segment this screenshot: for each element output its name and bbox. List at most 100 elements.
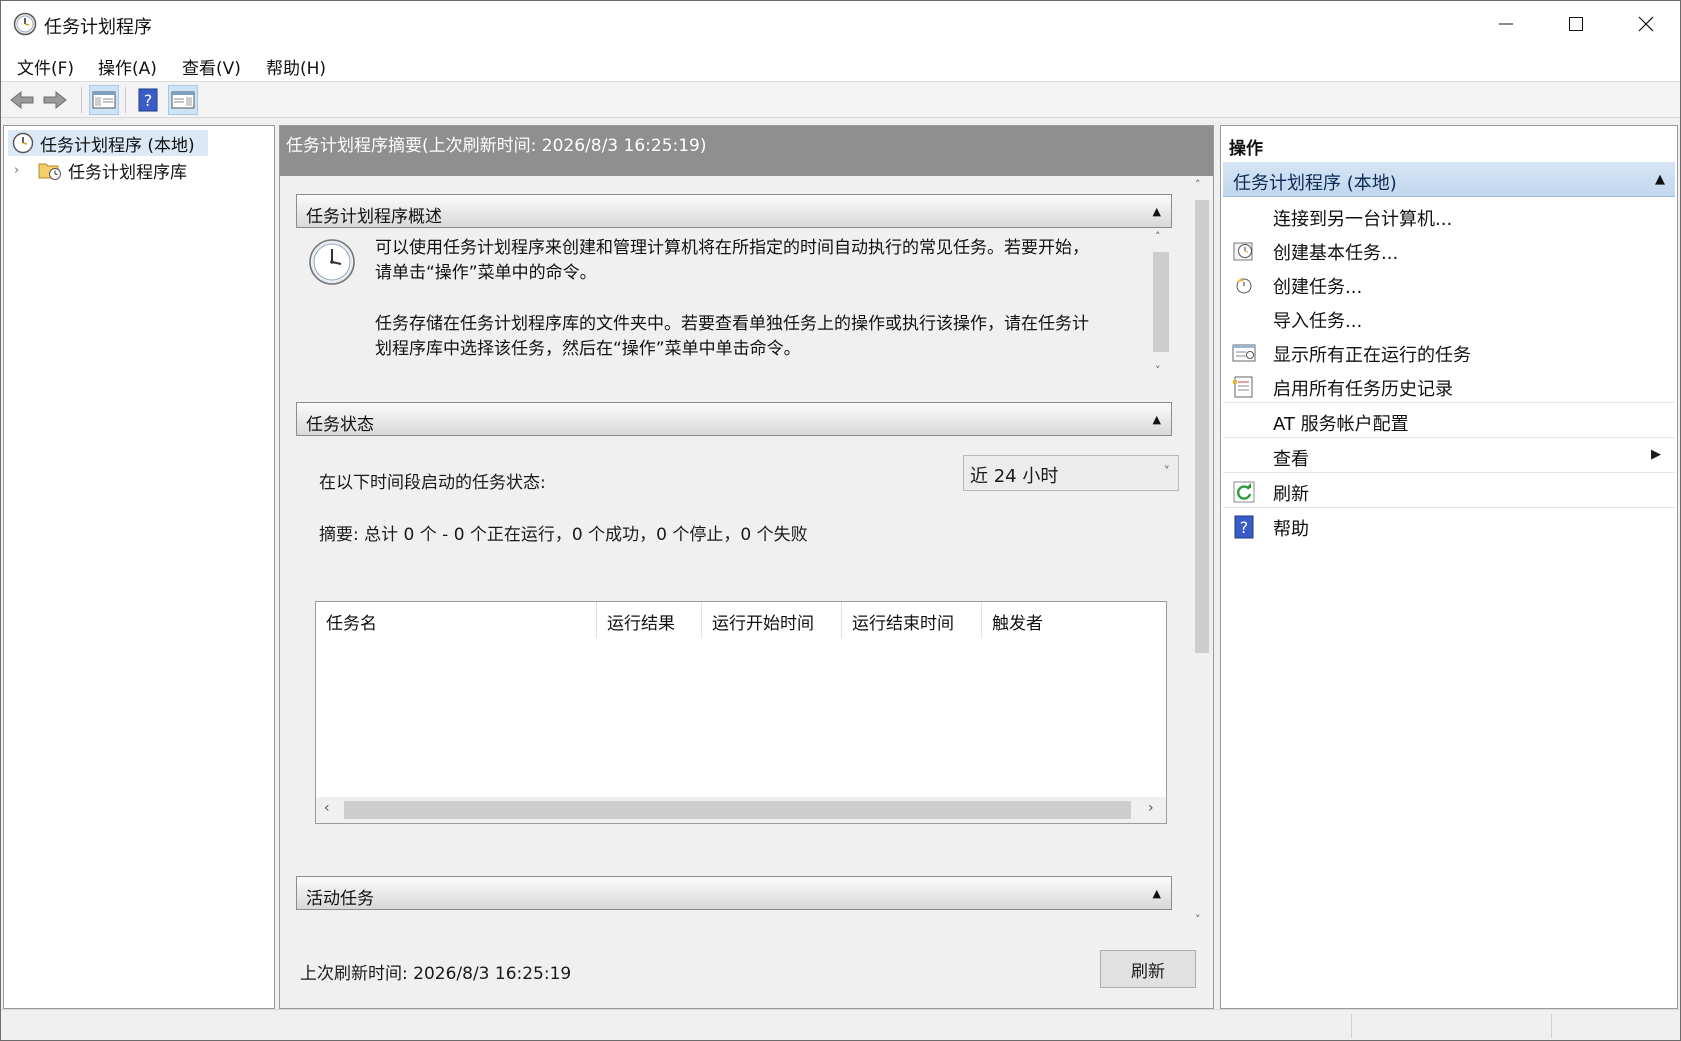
forward-button[interactable] <box>40 85 70 115</box>
close-icon <box>1638 16 1654 32</box>
section-title: 活动任务 <box>306 889 374 909</box>
scrollbar-thumb[interactable] <box>344 801 1131 819</box>
action-label: 查看 <box>1273 449 1309 470</box>
task-status-table: 任务名 运行结果 运行开始时间 运行结束时间 触发者 ‹ › <box>315 601 1167 824</box>
forward-arrow-icon <box>43 90 67 110</box>
collapse-icon[interactable]: ▲ <box>1153 887 1161 900</box>
toolbar-separator <box>125 87 126 113</box>
scroll-up-icon[interactable]: ˄ <box>1195 178 1201 191</box>
overview-section: 任务计划程序概述 ▲ 可以使用任务计划程序来创建和管理计算机将在所指定的时间自动… <box>296 194 1172 384</box>
action-refresh[interactable]: 刷新 <box>1223 474 1675 508</box>
action-show-running-tasks[interactable]: 显示所有正在运行的任务 <box>1223 335 1675 369</box>
column-header-run-start[interactable]: 运行开始时间 <box>702 602 842 638</box>
scroll-right-icon[interactable]: › <box>1148 800 1154 816</box>
create-basic-task-icon <box>1233 242 1253 261</box>
tree-item-label: 任务计划程序 (本地) <box>40 135 195 156</box>
menu-file[interactable]: 文件(F) <box>17 54 74 79</box>
refresh-button[interactable]: 刷新 <box>1100 950 1196 988</box>
console-tree-icon <box>92 91 116 109</box>
period-select-value: 近 24 小时 <box>970 466 1059 487</box>
action-view[interactable]: 查看 ▶ <box>1223 439 1675 473</box>
actions-title: 操作 <box>1229 139 1263 159</box>
section-title: 任务状态 <box>306 415 374 435</box>
scrollbar-thumb[interactable] <box>1153 252 1169 352</box>
column-header-run-result[interactable]: 运行结果 <box>597 602 702 638</box>
action-label: AT 服务帐户配置 <box>1273 414 1409 435</box>
menu-action[interactable]: 操作(A) <box>98 54 157 79</box>
action-import-task[interactable]: 导入任务... <box>1223 301 1675 335</box>
action-label: 启用所有任务历史记录 <box>1273 379 1453 400</box>
menu-view[interactable]: 查看(V) <box>182 54 241 79</box>
show-hide-action-pane-button[interactable] <box>168 85 198 115</box>
horizontal-scrollbar[interactable]: ‹ › <box>316 797 1166 823</box>
status-bar <box>1 1009 1680 1040</box>
show-hide-console-tree-button[interactable] <box>89 85 119 115</box>
period-label: 在以下时间段启动的任务状态: <box>319 473 546 493</box>
folder-clock-icon <box>38 163 61 180</box>
chevron-down-icon: ˅ <box>1163 465 1171 480</box>
clock-app-icon <box>13 12 37 36</box>
toolbar-separator <box>81 87 82 113</box>
back-button[interactable] <box>7 85 37 115</box>
svg-text:?: ? <box>1240 518 1249 537</box>
tree-item-task-library[interactable]: › 任务计划程序库 <box>14 157 187 183</box>
expand-chevron-icon[interactable]: › <box>14 163 32 178</box>
scroll-up-icon[interactable]: ˄ <box>1155 230 1161 243</box>
action-create-task[interactable]: 创建任务... <box>1223 267 1675 301</box>
clock-icon <box>12 132 34 154</box>
maximize-icon <box>1569 17 1583 31</box>
task-scheduler-window: 任务计划程序 文件(F) 操作(A) 查看(V) 帮助(H) ? 任务计划程序 … <box>0 0 1681 1041</box>
help-toolbar-button[interactable]: ? <box>133 85 163 115</box>
actions-group-header[interactable]: 任务计划程序 (本地) ▲ <box>1223 162 1675 197</box>
scroll-down-icon[interactable]: ˅ <box>1195 913 1201 926</box>
scroll-down-icon[interactable]: ˅ <box>1155 364 1161 377</box>
scrollbar-thumb[interactable] <box>1195 200 1209 653</box>
help-icon: ? <box>138 88 158 112</box>
refresh-icon <box>1233 481 1255 503</box>
scheduler-clock-icon <box>309 239 355 285</box>
svg-text:?: ? <box>144 91 153 110</box>
action-at-service-account[interactable]: AT 服务帐户配置 <box>1223 404 1675 438</box>
column-header-run-end[interactable]: 运行结束时间 <box>842 602 982 638</box>
collapse-icon[interactable]: ▲ <box>1655 172 1665 187</box>
tree-item-task-scheduler-local[interactable]: 任务计划程序 (本地) <box>8 130 208 156</box>
close-button[interactable] <box>1611 1 1680 47</box>
active-tasks-section-header[interactable]: 活动任务 ▲ <box>296 876 1172 910</box>
action-create-basic-task[interactable]: 创建基本任务... <box>1223 233 1675 267</box>
overview-section-header[interactable]: 任务计划程序概述 ▲ <box>296 194 1172 228</box>
action-label: 创建基本任务... <box>1273 243 1399 264</box>
minimize-button[interactable] <box>1471 1 1541 47</box>
help-icon: ? <box>1234 515 1254 539</box>
period-select[interactable]: 近 24 小时 ˅ <box>963 455 1179 491</box>
overview-paragraph: 可以使用任务计划程序来创建和管理计算机将在所指定的时间自动执行的常见任务。若要开… <box>375 238 1089 283</box>
action-connect-computer[interactable]: 连接到另一台计算机... <box>1223 199 1675 233</box>
menu-help[interactable]: 帮助(H) <box>266 54 326 79</box>
window-title: 任务计划程序 <box>44 17 152 38</box>
column-header-triggered-by[interactable]: 触发者 <box>982 602 1166 638</box>
last-refresh-label: 上次刷新时间: 2026/8/3 16:25:19 <box>300 964 572 984</box>
overview-body: 可以使用任务计划程序来创建和管理计算机将在所指定的时间自动执行的常见任务。若要开… <box>296 228 1172 384</box>
status-summary: 摘要: 总计 0 个 - 0 个正在运行，0 个成功，0 个停止，0 个失败 <box>319 525 808 545</box>
history-icon <box>1233 376 1253 398</box>
overview-paragraph: 任务存储在任务计划程序库的文件夹中。若要查看单独任务上的操作或执行该操作，请在任… <box>375 314 1089 359</box>
overview-scrollbar[interactable]: ˄ ˅ <box>1150 228 1172 384</box>
column-header-task-name[interactable]: 任务名 <box>316 602 597 638</box>
back-arrow-icon <box>10 90 34 110</box>
minimize-icon <box>1499 23 1513 25</box>
action-enable-history[interactable]: 启用所有任务历史记录 <box>1223 369 1675 403</box>
vertical-scrollbar[interactable]: ˄ ˅ <box>1191 178 1211 933</box>
action-pane-icon <box>171 91 195 109</box>
collapse-icon[interactable]: ▲ <box>1153 413 1161 426</box>
action-label: 创建任务... <box>1273 277 1363 298</box>
summary-header-title: 任务计划程序摘要(上次刷新时间: 2026/8/3 16:25:19) <box>286 136 707 156</box>
action-label: 帮助 <box>1273 519 1309 540</box>
create-task-icon <box>1236 278 1252 294</box>
toolbar: ? <box>1 82 1680 118</box>
task-status-section-header[interactable]: 任务状态 ▲ <box>296 402 1172 436</box>
maximize-button[interactable] <box>1541 1 1611 47</box>
scroll-left-icon[interactable]: ‹ <box>324 800 330 816</box>
collapse-icon[interactable]: ▲ <box>1153 205 1161 218</box>
action-help[interactable]: ? 帮助 <box>1223 509 1675 543</box>
summary-pane: 任务计划程序摘要(上次刷新时间: 2026/8/3 16:25:19) ˄ ˅ … <box>279 125 1214 1009</box>
task-status-section: 任务状态 ▲ 在以下时间段启动的任务状态: 近 24 小时 ˅ 摘要: 总计 0… <box>296 402 1179 856</box>
